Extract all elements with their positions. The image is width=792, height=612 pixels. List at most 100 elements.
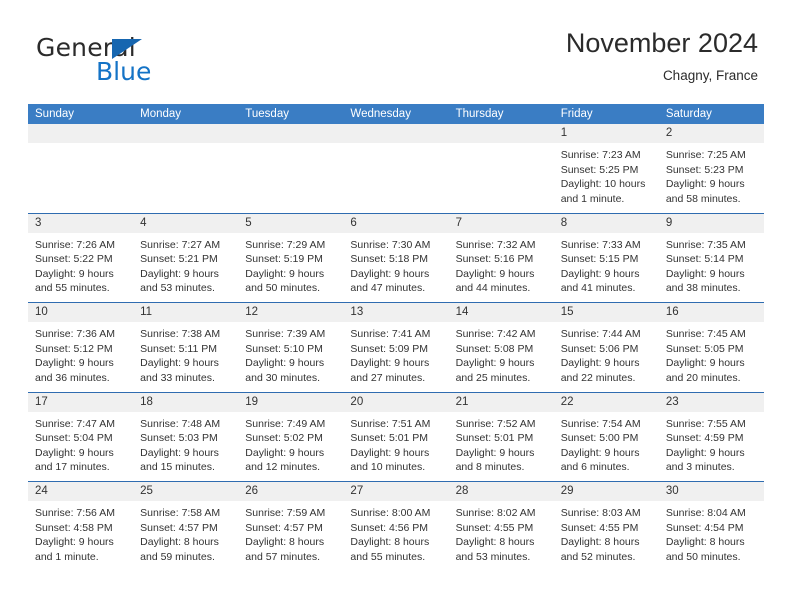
day-number: 5 [238, 213, 344, 233]
daylight-text-line2: and 53 minutes. [140, 282, 215, 295]
day-number: 12 [238, 303, 344, 322]
day-cell-26[interactable]: 26 Sunrise: 7:59 AM Sunset: 4:57 PM Dayligh… [238, 482, 344, 571]
sunset-text: Sunset: 5:02 PM [245, 432, 323, 445]
general-blue-logo[interactable]: General Blue [36, 34, 236, 90]
sun-info: Sunrise: 7:33 AM Sunset: 5:15 PM Daylight:… [554, 233, 659, 296]
day-cell-7[interactable]: 7 Sunrise: 7:32 AM Sunset: 5:16 PM Daylight… [448, 213, 554, 302]
sunset-text: Sunset: 5:15 PM [560, 253, 639, 266]
sunrise-text: Sunrise: 7:55 AM [665, 417, 746, 430]
sunset-text: Sunset: 5:21 PM [140, 253, 218, 266]
sunset-text: Sunset: 5:12 PM [35, 342, 113, 355]
sunset-text: Sunset: 4:57 PM [140, 521, 218, 534]
daylight-text-line2: and 52 minutes. [560, 550, 636, 563]
sunrise-text: Sunrise: 7:32 AM [455, 238, 536, 251]
day-number: 22 [553, 392, 659, 412]
day-cell-19[interactable]: 19 Sunrise: 7:49 AM Sunset: 5:02 PM Dayligh… [238, 392, 344, 481]
sunrise-text: Sunrise: 7:42 AM [455, 328, 536, 340]
daylight-text-line1: Daylight: 9 hours [350, 446, 430, 459]
day-cell-11[interactable]: 11 Sunrise: 7:38 AM Sunset: 5:11 PM Dayligh… [133, 303, 239, 392]
day-cell-16[interactable]: 16 Sunrise: 7:45 AM Sunset: 5:05 PM Dayligh… [658, 303, 764, 392]
sunrise-text: Sunrise: 7:48 AM [140, 417, 221, 430]
sunset-text: Sunset: 5:22 PM [35, 253, 113, 266]
day-number: 28 [448, 482, 554, 501]
sunset-text: Sunset: 5:18 PM [350, 253, 429, 266]
day-cell-4[interactable]: 4 Sunrise: 7:27 AM Sunset: 5:21 PM Daylight… [133, 213, 239, 302]
day-cell-1[interactable]: 1 Sunrise: 7:23 AM Sunset: 5:25 PM Daylight… [553, 124, 659, 213]
day-cell-25[interactable]: 25 Sunrise: 7:58 AM Sunset: 4:57 PM Dayligh… [133, 482, 239, 571]
day-number: 26 [238, 482, 344, 501]
sunrise-text: Sunrise: 7:47 AM [35, 417, 115, 430]
day-number: 15 [553, 303, 659, 322]
sunset-text: Sunset: 5:16 PM [455, 253, 534, 266]
sunrise-text: Sunrise: 8:02 AM [455, 507, 536, 519]
sunset-text: Sunset: 4:54 PM [665, 521, 744, 534]
day-number: 14 [448, 303, 554, 322]
day-cell-empty [133, 124, 239, 213]
day-cell-21[interactable]: 21 Sunrise: 7:52 AM Sunset: 5:01 PM Dayligh… [448, 392, 554, 481]
sun-info: Sunrise: 7:58 AM Sunset: 4:57 PM Daylight:… [133, 501, 238, 564]
daylight-text-line1: Daylight: 9 hours [455, 267, 535, 280]
sun-info: Sunrise: 7:30 AM Sunset: 5:18 PM Daylight:… [343, 233, 448, 296]
daylight-text-line1: Daylight: 9 hours [350, 267, 430, 280]
calendar-grid: Sunday Monday Tuesday Wednesday Thursday Frid… [28, 104, 764, 571]
day-number: 27 [343, 482, 449, 501]
day-cell-9[interactable]: 9 Sunrise: 7:35 AM Sunset: 5:14 PM Daylight… [658, 213, 764, 302]
day-cell-5[interactable]: 5 Sunrise: 7:29 AM Sunset: 5:19 PM Daylight… [238, 213, 344, 302]
daylight-text-line2: and 27 minutes. [350, 371, 426, 384]
calendar-week-row: 17 Sunrise: 7:47 AM Sunset: 5:04 PM Dayligh… [28, 391, 764, 481]
sunset-text: Sunset: 5:00 PM [560, 432, 639, 445]
day-cell-14[interactable]: 14 Sunrise: 7:42 AM Sunset: 5:08 PM Dayligh… [448, 303, 554, 392]
day-cell-20[interactable]: 20 Sunrise: 7:51 AM Sunset: 5:01 PM Dayligh… [343, 392, 449, 481]
daylight-text-line1: Daylight: 9 hours [560, 357, 640, 370]
day-cell-12[interactable]: 12 Sunrise: 7:39 AM Sunset: 5:10 PM Dayligh… [238, 303, 344, 392]
daylight-text-line2: and 57 minutes. [245, 550, 320, 563]
sunrise-text: Sunrise: 8:04 AM [665, 507, 746, 519]
calendar-page: General Blue November 2024 Chagny, Franc… [0, 0, 792, 612]
day-cell-2[interactable]: 2 Sunrise: 7:25 AM Sunset: 5:23 PM Daylight… [658, 124, 764, 213]
daylight-text-line1: Daylight: 10 hours [560, 178, 646, 191]
day-cell-15[interactable]: 15 Sunrise: 7:44 AM Sunset: 5:06 PM Dayligh… [553, 303, 659, 392]
day-number: 23 [658, 392, 764, 412]
title-block: November 2024 Chagny, France [566, 26, 758, 87]
daylight-text-line2: and 1 minute. [35, 550, 99, 563]
sunrise-text: Sunrise: 7:56 AM [35, 507, 115, 519]
logo-word-blue: Blue [96, 57, 152, 86]
day-cell-30[interactable]: 30 Sunrise: 8:04 AM Sunset: 4:54 PM Dayligh… [658, 482, 764, 571]
sunrise-text: Sunrise: 7:29 AM [245, 238, 326, 251]
daylight-text-line1: Daylight: 9 hours [245, 357, 325, 370]
daylight-text-line2: and 12 minutes. [245, 461, 320, 474]
sunrise-text: Sunrise: 7:59 AM [245, 507, 326, 519]
daylight-text-line1: Daylight: 9 hours [140, 267, 219, 280]
daylight-text-line2: and 33 minutes. [140, 371, 215, 384]
day-cell-3[interactable]: 3 Sunrise: 7:26 AM Sunset: 5:22 PM Daylight… [28, 213, 134, 302]
sunrise-text: Sunrise: 7:52 AM [455, 417, 536, 430]
day-cell-29[interactable]: 29 Sunrise: 8:03 AM Sunset: 4:55 PM Dayligh… [553, 482, 659, 571]
day-number: 1 [553, 124, 659, 143]
day-cell-6[interactable]: 6 Sunrise: 7:30 AM Sunset: 5:18 PM Daylight… [343, 213, 449, 302]
day-cell-8[interactable]: 8 Sunrise: 7:33 AM Sunset: 5:15 PM Daylight… [553, 213, 659, 302]
day-cell-28[interactable]: 28 Sunrise: 8:02 AM Sunset: 4:55 PM Dayligh… [448, 482, 554, 571]
sun-info: Sunrise: 7:51 AM Sunset: 5:01 PM Daylight:… [343, 412, 448, 475]
day-cell-24[interactable]: 24 Sunrise: 7:56 AM Sunset: 4:58 PM Dayligh… [28, 482, 134, 571]
sunset-text: Sunset: 4:55 PM [560, 521, 639, 534]
calendar-week-row: 10 Sunrise: 7:36 AM Sunset: 5:12 PM Dayligh… [28, 302, 764, 392]
day-cell-23[interactable]: 23 Sunrise: 7:55 AM Sunset: 4:59 PM Dayligh… [658, 392, 764, 481]
day-cell-27[interactable]: 27 Sunrise: 8:00 AM Sunset: 4:56 PM Dayligh… [343, 482, 449, 571]
sunset-text: Sunset: 5:25 PM [560, 163, 639, 176]
day-cell-22[interactable]: 22 Sunrise: 7:54 AM Sunset: 5:00 PM Dayligh… [553, 392, 659, 481]
sun-info: Sunrise: 7:32 AM Sunset: 5:16 PM Daylight:… [449, 233, 554, 296]
day-cell-13[interactable]: 13 Sunrise: 7:41 AM Sunset: 5:09 PM Dayligh… [343, 303, 449, 392]
weekday-header-tuesday: Tuesday [245, 108, 289, 120]
day-cell-18[interactable]: 18 Sunrise: 7:48 AM Sunset: 5:03 PM Dayligh… [133, 392, 239, 481]
day-cell-10[interactable]: 10 Sunrise: 7:36 AM Sunset: 5:12 PM Dayligh… [28, 303, 134, 392]
sunset-text: Sunset: 5:11 PM [140, 342, 217, 355]
sun-info: Sunrise: 7:26 AM Sunset: 5:22 PM Daylight:… [28, 233, 133, 296]
day-number: 29 [553, 482, 659, 501]
sunrise-text: Sunrise: 7:39 AM [245, 328, 326, 340]
sunrise-text: Sunrise: 7:23 AM [560, 149, 641, 161]
day-cell-17[interactable]: 17 Sunrise: 7:47 AM Sunset: 5:04 PM Dayligh… [28, 392, 134, 481]
sunrise-text: Sunrise: 7:51 AM [350, 417, 431, 430]
daylight-text-line1: Daylight: 9 hours [455, 357, 535, 370]
daylight-text-line2: and 15 minutes. [140, 461, 215, 474]
day-number: 6 [343, 213, 449, 233]
